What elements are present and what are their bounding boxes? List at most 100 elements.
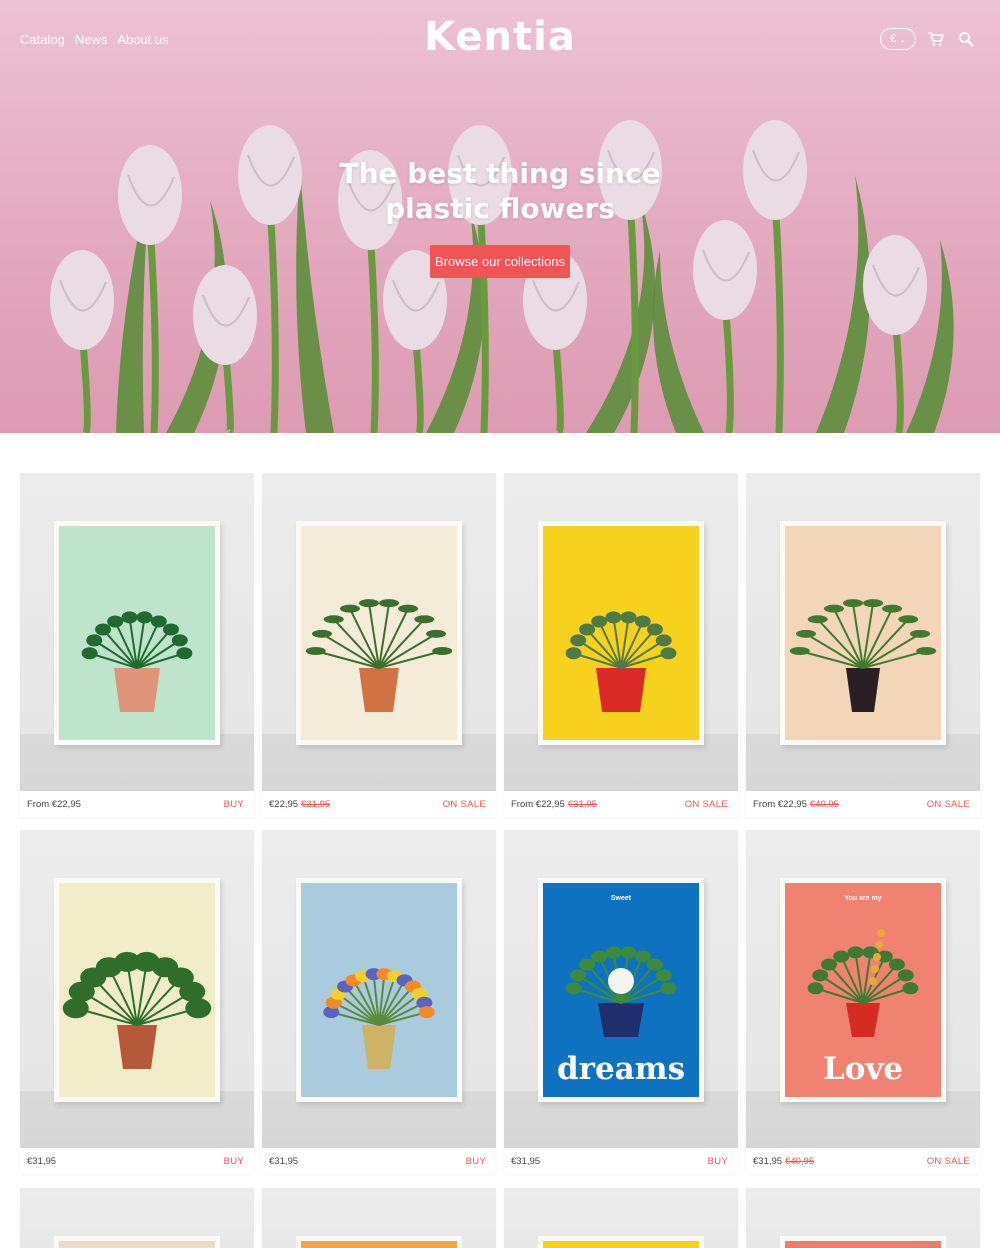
poster-frame (54, 878, 220, 1102)
product-price-wrap: From €22,95 €31,95 (511, 799, 597, 810)
poster-frame (296, 521, 462, 745)
search-icon[interactable] (956, 29, 976, 49)
poster-art (301, 526, 457, 740)
product-card[interactable]: €31,95 BUY (262, 830, 496, 1174)
product-price-wrap: €31,95 (511, 1156, 543, 1167)
poster-frame: You are my Love (780, 878, 946, 1102)
browse-collections-button[interactable]: Browse our collections (430, 245, 570, 278)
poster-caption-top: You are my (844, 895, 882, 902)
product-card-partial[interactable] (20, 1188, 254, 1248)
poster-frame (538, 521, 704, 745)
product-card[interactable]: €31,95 BUY (20, 830, 254, 1174)
product-card[interactable]: From €22,95 BUY (20, 473, 254, 817)
product-card-partial[interactable] (746, 1188, 980, 1248)
product-price: €31,95 (27, 1155, 57, 1167)
product-price-wrap: €31,95 (27, 1156, 59, 1167)
product-footer: From €22,95 BUY (20, 791, 254, 817)
product-image[interactable] (504, 473, 738, 791)
product-card[interactable]: Sweet dreams €31,95 BUY (504, 830, 738, 1174)
currency-label: € (890, 33, 897, 45)
product-price: €31,95 (753, 1155, 783, 1167)
product-price-wrap: €31,95 €40,95 (753, 1156, 814, 1167)
site-logo[interactable]: Kentia (0, 14, 1000, 60)
pot-shape (117, 1025, 157, 1069)
on-sale-link[interactable]: ON SALE (685, 799, 728, 810)
product-card[interactable]: From €22,95 €31,95 ON SALE (504, 473, 738, 817)
hero-title: The best thing since plastic flowers (0, 156, 1000, 226)
poster-caption-word: Love (822, 1051, 904, 1087)
plant-illustration (305, 599, 453, 712)
product-card[interactable]: €22,95 €31,95 ON SALE (262, 473, 496, 817)
plant-illustration (565, 611, 677, 712)
poster-art (785, 1241, 941, 1248)
chevron-down-icon: ⌄ (899, 34, 906, 44)
plant-illustration (62, 951, 212, 1069)
poster-frame (54, 1236, 220, 1248)
poster-art (59, 526, 215, 740)
product-card-partial[interactable] (504, 1188, 738, 1248)
product-price-wrap: €31,95 (269, 1156, 301, 1167)
product-footer: From €22,95 €31,95 ON SALE (504, 791, 738, 817)
product-price: From €22,95 (753, 798, 807, 810)
poster-art (543, 526, 699, 740)
buy-link[interactable]: BUY (224, 799, 244, 810)
on-sale-link[interactable]: ON SALE (927, 1156, 970, 1167)
cart-icon[interactable] (926, 29, 946, 49)
hero-title-line-1: The best thing since (339, 157, 661, 190)
poster-art (59, 883, 215, 1097)
poster-art (59, 1241, 215, 1248)
on-sale-link[interactable]: ON SALE (443, 799, 486, 810)
product-price: €31,95 (269, 1155, 299, 1167)
pot-shape (114, 668, 160, 712)
poster-frame (54, 521, 220, 745)
poster-art: Sweet dreams (543, 883, 699, 1097)
pot-shape (846, 668, 880, 712)
product-price-wrap: €22,95 €31,95 (269, 799, 330, 810)
product-price: €22,95 (269, 798, 299, 810)
product-image[interactable]: Sweet dreams (504, 830, 738, 1148)
product-image[interactable] (20, 830, 254, 1148)
product-price-wrap: From €22,95 €40,95 (753, 799, 839, 810)
poster-caption-top: Sweet (610, 895, 632, 902)
product-footer: €31,95 €40,95 ON SALE (746, 1148, 980, 1174)
currency-selector[interactable]: € ⌄ (880, 28, 916, 50)
product-card[interactable]: You are my Love €31,95 €40,95 ON SALE (746, 830, 980, 1174)
poster-caption-word: dreams (556, 1051, 686, 1087)
product-image[interactable] (746, 473, 980, 791)
product-old-price: €31,95 (567, 798, 597, 810)
pot-shape (359, 668, 399, 712)
plant-illustration (81, 611, 193, 712)
product-price: From €22,95 (511, 798, 565, 810)
product-card[interactable]: From €22,95 €40,95 ON SALE (746, 473, 980, 817)
product-card-partial[interactable] (262, 1188, 496, 1248)
product-image[interactable] (262, 473, 496, 791)
hero-title-line-2: plastic flowers (385, 192, 615, 225)
poster-art: You are my Love (785, 883, 941, 1097)
poster-frame (538, 1236, 704, 1248)
pot-shape (596, 668, 646, 712)
product-old-price: €40,95 (809, 798, 839, 810)
product-footer: €31,95 BUY (262, 1148, 496, 1174)
buy-link[interactable]: BUY (224, 1156, 244, 1167)
product-old-price: €40,95 (785, 1155, 815, 1167)
buy-link[interactable]: BUY (466, 1156, 486, 1167)
poster-frame: Sweet dreams (538, 878, 704, 1102)
header-actions: € ⌄ (880, 28, 976, 50)
pot-shape (598, 1003, 644, 1037)
poster-frame (296, 878, 462, 1102)
product-price: From €22,95 (27, 798, 81, 810)
product-image[interactable] (20, 473, 254, 791)
product-image[interactable] (262, 830, 496, 1148)
on-sale-link[interactable]: ON SALE (927, 799, 970, 810)
product-price-wrap: From €22,95 (27, 799, 84, 810)
product-footer: €22,95 €31,95 ON SALE (262, 791, 496, 817)
pot-shape (846, 1003, 880, 1037)
hero-banner: Catalog News About us Kentia € ⌄ The bes… (0, 0, 1000, 433)
pot-shape (362, 1025, 396, 1069)
poster-frame (780, 521, 946, 745)
poster-art (301, 883, 457, 1097)
product-footer: €31,95 BUY (504, 1148, 738, 1174)
product-image[interactable]: You are my Love (746, 830, 980, 1148)
poster-frame (296, 1236, 462, 1248)
buy-link[interactable]: BUY (708, 1156, 728, 1167)
